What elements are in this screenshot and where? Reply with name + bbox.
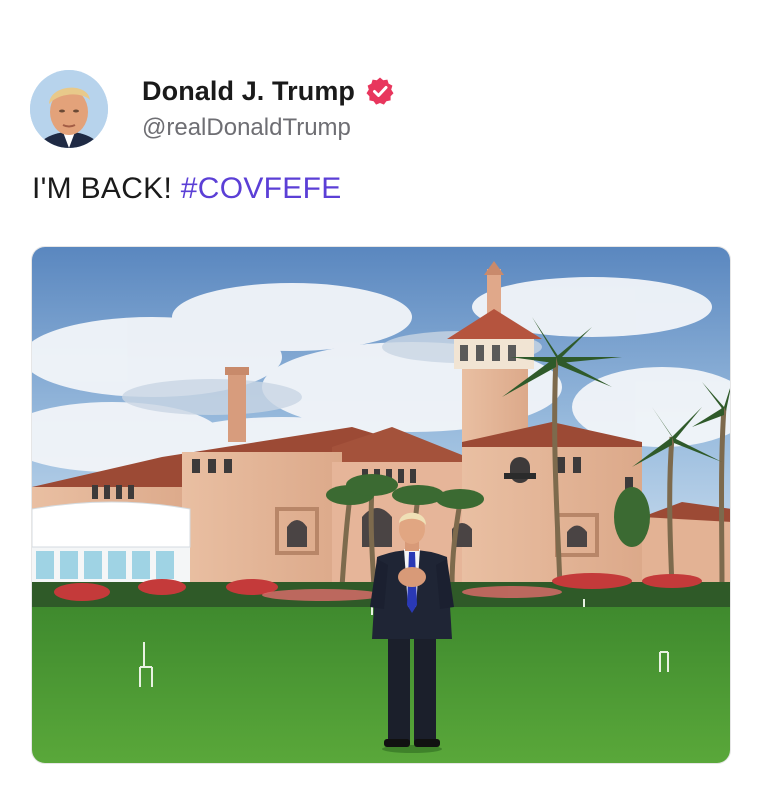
post-body-text: I'M BACK! [32,172,173,205]
post-card: Donald J. Trump @realDonaldTrump I'M BAC… [0,0,759,800]
hashtag-link[interactable]: #COVFEFE [181,172,342,205]
avatar-image [30,70,108,148]
verified-badge-icon [366,77,394,105]
post-header: Donald J. Trump @realDonaldTrump [30,70,730,150]
post-photo[interactable] [31,246,731,764]
user-handle[interactable]: @realDonaldTrump [142,114,351,142]
avatar[interactable] [30,70,108,148]
post-text: I'M BACK! #COVFEFE [32,172,342,206]
display-name[interactable]: Donald J. Trump [142,76,355,107]
name-row: Donald J. Trump [142,72,395,110]
photo-image [32,247,730,763]
